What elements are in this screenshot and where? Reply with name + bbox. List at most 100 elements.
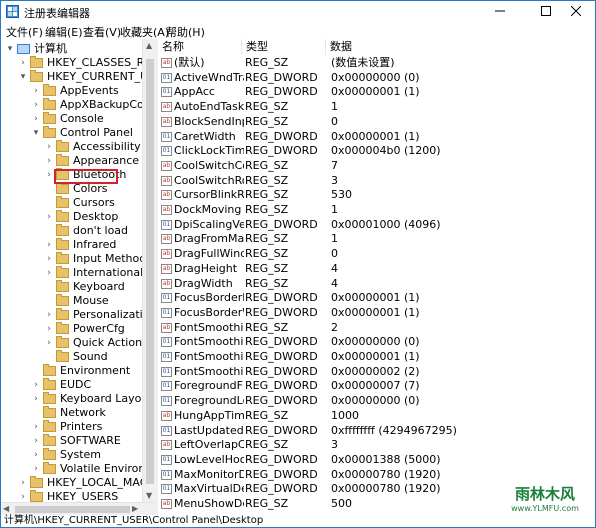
collapse-arrow-icon[interactable]: ▾	[18, 70, 28, 84]
value-row[interactable]: abDragFullWindowsREG_SZ 0	[158, 247, 595, 262]
tree-scroll-thumb[interactable]	[146, 59, 154, 484]
expand-arrow-icon[interactable]: ›	[31, 420, 41, 434]
expand-arrow-icon[interactable]: ›	[31, 392, 41, 406]
collapse-arrow-icon[interactable]: ▾	[31, 126, 41, 140]
scroll-right-icon[interactable]: ▶	[132, 504, 138, 513]
tree-node[interactable]: Cursors	[1, 196, 142, 210]
value-row[interactable]: abCoolSwitchRowsREG_SZ 3	[158, 174, 595, 189]
collapse-arrow-icon[interactable]: ▾	[5, 42, 15, 56]
tree-node[interactable]: › Personalization	[1, 308, 142, 322]
tree-node[interactable]: Colors	[1, 182, 142, 196]
expand-arrow-icon[interactable]: ›	[31, 448, 41, 462]
tree-node[interactable]: › HKEY_CLASSES_ROOT	[1, 56, 142, 70]
tree-node[interactable]: ▾ HKEY_CURRENT_USER	[1, 70, 142, 84]
expand-arrow-icon[interactable]: ›	[31, 112, 41, 126]
tree-node[interactable]: ▾ 计算机	[1, 42, 142, 56]
value-row[interactable]: 01ClickLockTimeREG_DWORD 0x000004b0 (1200…	[158, 144, 595, 159]
expand-arrow-icon[interactable]: ›	[31, 98, 41, 112]
values-list[interactable]: 名称 类型 数据 ab (默认) REG_SZ (数值未设置) 01 ActiveWndT…	[158, 39, 595, 515]
value-row[interactable]: 01FocusBorderHeightREG_DWORD 0x00000001 (…	[158, 291, 595, 306]
scroll-up-icon[interactable]: ▲	[146, 41, 152, 50]
value-row[interactable]: 01LowLevelHooksTimeoutREG_DWORD 0x0000138…	[158, 453, 595, 468]
tree-node[interactable]: Network	[1, 406, 142, 420]
tree-node[interactable]: › AppXBackupContentType	[1, 98, 142, 112]
tree-node[interactable]: Mouse	[1, 294, 142, 308]
registry-tree[interactable]: ▾ 计算机 › HKEY_CLASSES_ROOT ▾ HKEY_CURRENT_USER…	[1, 39, 142, 502]
tree-node[interactable]: › Keyboard Layout	[1, 392, 142, 406]
value-row[interactable]: ab AutoEndTasks REG_SZ 1	[158, 100, 595, 115]
expand-arrow-icon[interactable]: ›	[44, 322, 54, 336]
tree-node[interactable]: › Appearance	[1, 154, 142, 168]
tree-node[interactable]: › Printers	[1, 420, 142, 434]
tree-node[interactable]: ▾ Control Panel	[1, 126, 142, 140]
menu-help[interactable]: 帮助(H)	[166, 24, 205, 40]
expand-arrow-icon[interactable]: ›	[18, 490, 28, 502]
value-row[interactable]: 01FontSmoothingGammaREG_DWORD 0x00000000 …	[158, 335, 595, 350]
value-row[interactable]: 01 LastUpdated REG_DWORD 0xffffffff (429496…	[158, 424, 595, 439]
expand-arrow-icon[interactable]: ›	[44, 154, 54, 168]
tree-node[interactable]: › Desktop	[1, 210, 142, 224]
expand-arrow-icon[interactable]: ›	[44, 252, 54, 266]
tree-node[interactable]: › Input Method	[1, 252, 142, 266]
title-bar[interactable]: 注册表编辑器	[1, 1, 595, 23]
value-row[interactable]: 01 CaretWidth REG_DWORD 0x00000001 (1)	[158, 130, 595, 145]
expand-arrow-icon[interactable]: ›	[18, 476, 28, 490]
value-row[interactable]: 01ForegroundLockTimeoutREG_DWORD 0x000000…	[158, 394, 595, 409]
tree-node[interactable]: › Volatile Environment	[1, 462, 142, 476]
tree-node[interactable]: Environment	[1, 364, 142, 378]
value-row[interactable]: 01 DpiScalingVer REG_DWORD 0x00001000 (4096…	[158, 218, 595, 233]
value-row[interactable]: 01FontSmoothingOrientationREG_DWORD 0x000…	[158, 350, 595, 365]
tree-node[interactable]: › HKEY_USERS	[1, 490, 142, 502]
expand-arrow-icon[interactable]: ›	[44, 238, 54, 252]
tree-node[interactable]: Sound	[1, 350, 142, 364]
value-row[interactable]: ab DockMoving REG_SZ 1	[158, 203, 595, 218]
tree-node[interactable]: › Infrared	[1, 238, 142, 252]
tree-node[interactable]: › International	[1, 266, 142, 280]
value-row[interactable]: ab DragWidth REG_SZ 4	[158, 277, 595, 292]
expand-arrow-icon[interactable]: ›	[44, 308, 54, 322]
expand-arrow-icon[interactable]: ›	[31, 462, 41, 476]
expand-arrow-icon[interactable]: ›	[44, 336, 54, 350]
value-row[interactable]: abHungAppTimeoutREG_SZ 1000	[158, 409, 595, 424]
value-row[interactable]: abFontSmoothingREG_SZ 2	[158, 321, 595, 336]
expand-arrow-icon[interactable]: ›	[44, 168, 54, 182]
menu-edit[interactable]: 编辑(E)	[45, 24, 83, 40]
minimize-button[interactable]	[481, 1, 519, 23]
tree-horizontal-scrollbar[interactable]: ◀ ▶	[1, 502, 156, 516]
tree-node[interactable]: › EUDC	[1, 378, 142, 392]
value-row[interactable]: abBlockSendInputResetsREG_SZ 0	[158, 115, 595, 130]
expand-arrow-icon[interactable]: ›	[31, 378, 41, 392]
menu-favorites[interactable]: 收藏夹(A)	[120, 24, 169, 40]
tree-node[interactable]: › SOFTWARE	[1, 434, 142, 448]
expand-arrow-icon[interactable]: ›	[44, 140, 54, 154]
tree-node[interactable]: Keyboard	[1, 280, 142, 294]
expand-arrow-icon[interactable]: ›	[44, 210, 54, 224]
expand-arrow-icon[interactable]: ›	[44, 266, 54, 280]
scroll-left-icon[interactable]: ◀	[3, 504, 9, 513]
value-row[interactable]: 01FontSmoothingTypeREG_DWORD 0x00000002 (…	[158, 365, 595, 380]
value-row[interactable]: abCursorBlinkRateREG_SZ 530	[158, 188, 595, 203]
tree-node[interactable]: › System	[1, 448, 142, 462]
value-row[interactable]: ab DragHeight REG_SZ 4	[158, 262, 595, 277]
tree-node[interactable]: › AppEvents	[1, 84, 142, 98]
column-header-data[interactable]: 数据	[326, 39, 594, 55]
tree-node[interactable]: › HKEY_LOCAL_MACHINE	[1, 476, 142, 490]
value-row[interactable]: abDragFromMaximizeREG_SZ 1	[158, 232, 595, 247]
value-row[interactable]: 01ForegroundFlashCountREG_DWORD 0x0000000…	[158, 379, 595, 394]
scroll-down-icon[interactable]: ▼	[146, 491, 152, 500]
value-row[interactable]: 01 AppAcc REG_DWORD 0x00000001 (1)	[158, 85, 595, 100]
expand-arrow-icon[interactable]: ›	[18, 56, 28, 70]
tree-node[interactable]: › Accessibility	[1, 140, 142, 154]
value-row[interactable]: ab (默认) REG_SZ (数值未设置)	[158, 56, 595, 71]
tree-node[interactable]: › PowerCfg	[1, 322, 142, 336]
menu-view[interactable]: 查看(V)	[83, 24, 121, 40]
tree-node[interactable]: don't load	[1, 224, 142, 238]
value-row[interactable]: abCoolSwitchColumnsREG_SZ 7	[158, 159, 595, 174]
tree-hscroll-thumb[interactable]	[15, 506, 130, 513]
tree-node[interactable]: › Quick Actions	[1, 336, 142, 350]
tree-vertical-scrollbar[interactable]: ▲ ▼	[142, 39, 157, 502]
expand-arrow-icon[interactable]: ›	[31, 434, 41, 448]
value-row[interactable]: 01ActiveWndTrackTimeoutREG_DWORD 0x000000…	[158, 71, 595, 86]
menu-file[interactable]: 文件(F)	[6, 24, 43, 40]
column-header-type[interactable]: 类型	[242, 39, 326, 55]
